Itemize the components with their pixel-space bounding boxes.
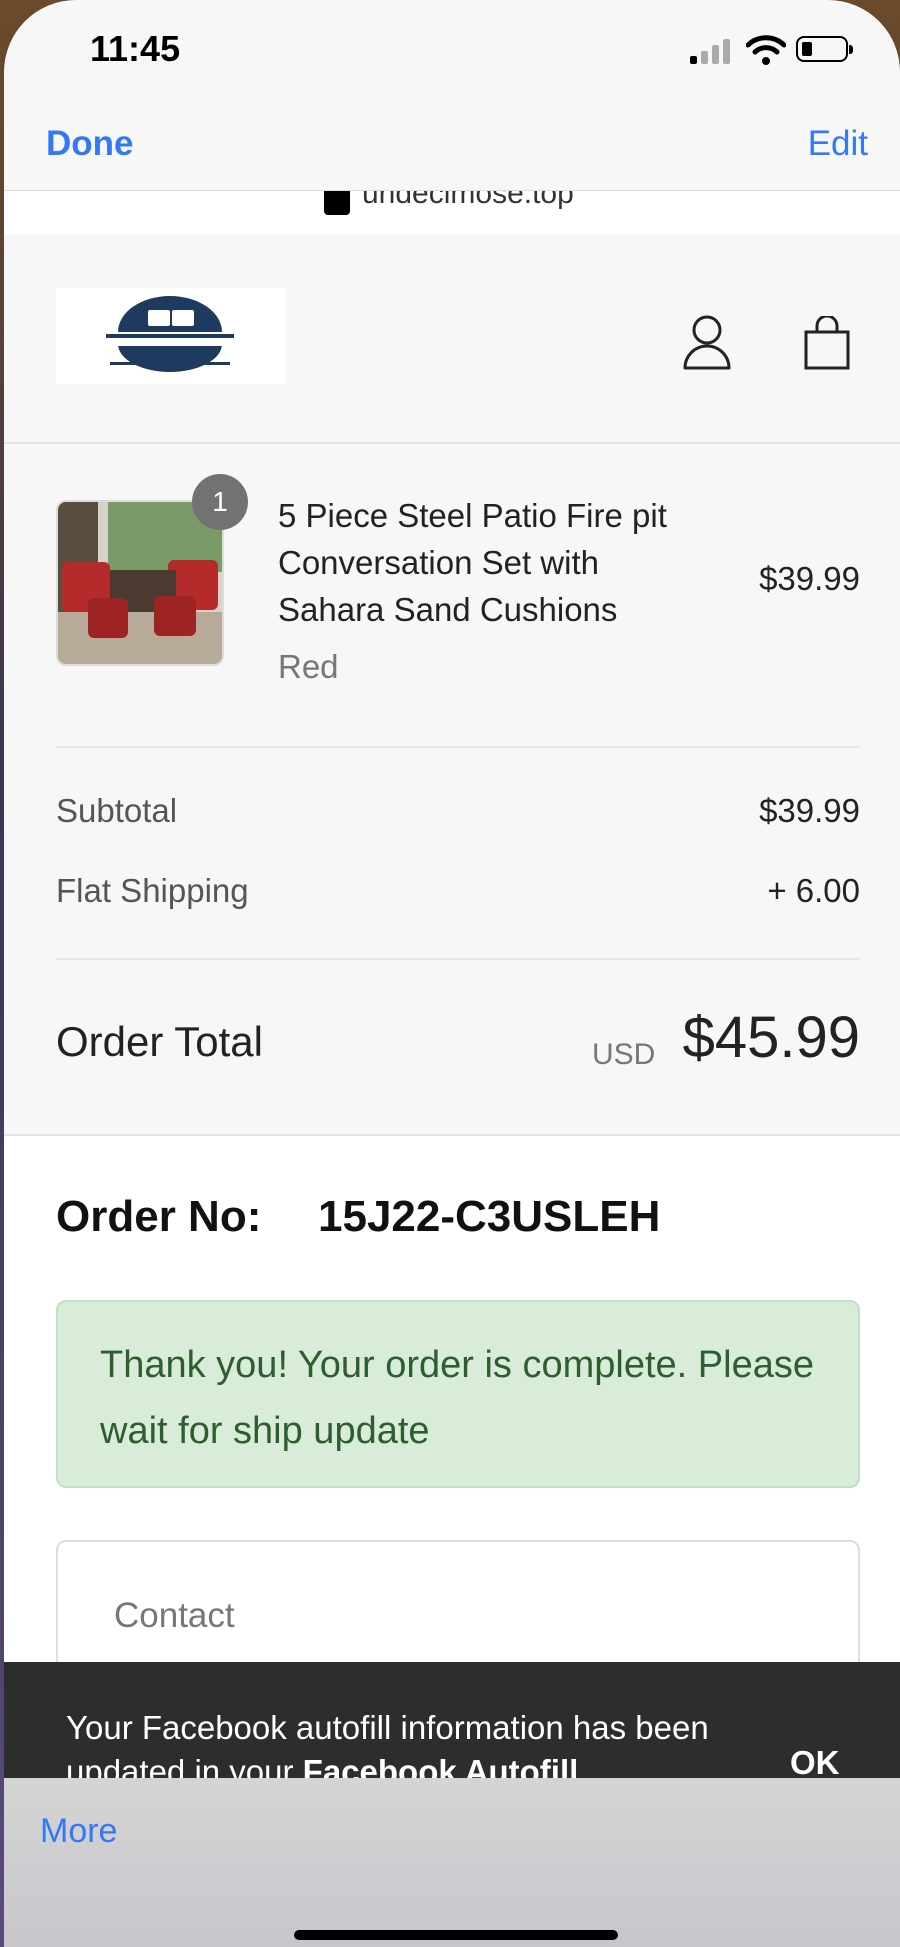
order-total-value: $45.99 [682,1005,860,1070]
success-message: Thank you! Your order is complete. Pleas… [100,1344,814,1452]
order-number-label: Order No: [56,1192,262,1241]
status-bar: 11:45 [4,0,900,100]
home-indicator[interactable] [294,1930,618,1940]
store-header [4,234,900,444]
order-total-label: Order Total [56,1018,263,1065]
status-time: 11:45 [90,28,181,69]
more-button[interactable]: More [40,1812,117,1851]
done-button[interactable]: Done [46,124,134,164]
quantity-badge: 1 [192,474,248,530]
url-domain: undecimose.top [362,190,574,210]
shopping-bag-icon[interactable] [802,316,852,370]
lock-icon [324,191,350,215]
product-variant: Red [278,648,339,685]
subtotal-value: $39.99 [759,792,860,829]
toast-message: Your Facebook autofill information has b… [66,1709,709,1782]
url-bar[interactable]: undecimose.top [4,190,900,236]
battery-icon [796,36,853,62]
shipping-value: + 6.00 [767,872,860,909]
contact-label: Contact [114,1596,235,1635]
divider [56,746,860,748]
account-icon[interactable] [682,314,732,370]
navigation-bar: Done Edit [4,100,900,190]
bottom-toolbar: More [4,1778,900,1947]
edit-button[interactable]: Edit [808,124,868,164]
product-thumbnail [56,500,224,666]
subtotal-label: Subtotal [56,792,178,829]
facebook-autofill-toast: Your Facebook autofill information has b… [4,1662,900,1782]
wifi-icon [746,35,786,65]
currency-code: USD [592,1038,656,1071]
store-logo[interactable] [56,288,286,384]
product-title: 5 Piece Steel Patio Fire pit Conversatio… [278,497,667,628]
signal-icon [690,38,736,64]
shipping-label: Flat Shipping [56,872,249,909]
order-number: 15J22-C3USLEH [318,1192,661,1241]
product-price: $39.99 [759,560,860,597]
order-summary: 1 5 Piece Steel Patio Fire pit Conversat… [4,444,900,1134]
success-message-box: Thank you! Your order is complete. Pleas… [56,1300,860,1488]
divider [56,958,860,960]
order-confirmation: Order No: 15J22-C3USLEH Thank you! Your … [4,1134,900,1720]
phone-screen: 11:45 Done Edit undecimose.top 1 5 Piece… [4,0,900,1947]
toast-ok-button[interactable]: OK [790,1744,840,1782]
